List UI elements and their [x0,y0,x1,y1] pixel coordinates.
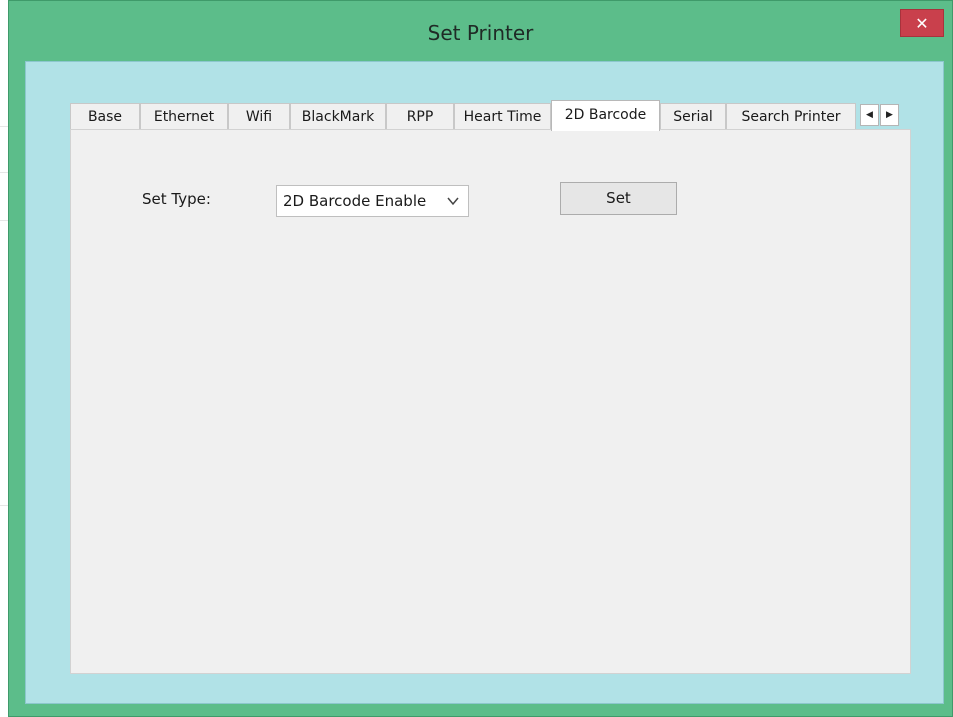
tab-serial[interactable]: Serial [660,103,726,130]
arrow-left-icon: ◀ [866,110,873,120]
dialog-client-area: Base Ethernet Wifi BlackMark RPP Heart T… [25,61,944,704]
tab-bar: Base Ethernet Wifi BlackMark RPP Heart T… [70,100,911,131]
close-button[interactable]: ✕ [900,9,944,37]
tab-heart-time[interactable]: Heart Time [454,103,551,130]
tab-blackmark[interactable]: BlackMark [290,103,386,130]
set-type-value: 2D Barcode Enable [283,192,427,210]
close-icon: ✕ [915,14,929,33]
chevron-down-icon [446,186,460,216]
tab-wifi[interactable]: Wifi [228,103,290,130]
set-type-select[interactable]: 2D Barcode Enable [276,185,469,217]
set-printer-dialog: Set Printer ✕ Base Ethernet Wifi BlackMa… [8,0,953,717]
tab-scroll-right-button[interactable]: ▶ [880,104,899,126]
arrow-right-icon: ▶ [886,110,893,120]
tab-ethernet[interactable]: Ethernet [140,103,228,130]
tab-rpp[interactable]: RPP [386,103,454,130]
tab-panel-2d-barcode: Set Type: 2D Barcode Enable Set [70,129,911,674]
tab-scroll-buttons: ◀ ▶ [860,104,900,126]
tab-2d-barcode[interactable]: 2D Barcode [551,100,660,131]
tab-base[interactable]: Base [70,103,140,130]
tab-scroll-left-button[interactable]: ◀ [860,104,879,126]
tab-search-printer[interactable]: Search Printer [726,103,856,130]
window-title: Set Printer [427,21,534,45]
set-type-label: Set Type: [142,190,211,208]
set-button[interactable]: Set [560,182,677,215]
title-bar[interactable]: Set Printer ✕ [9,1,952,61]
